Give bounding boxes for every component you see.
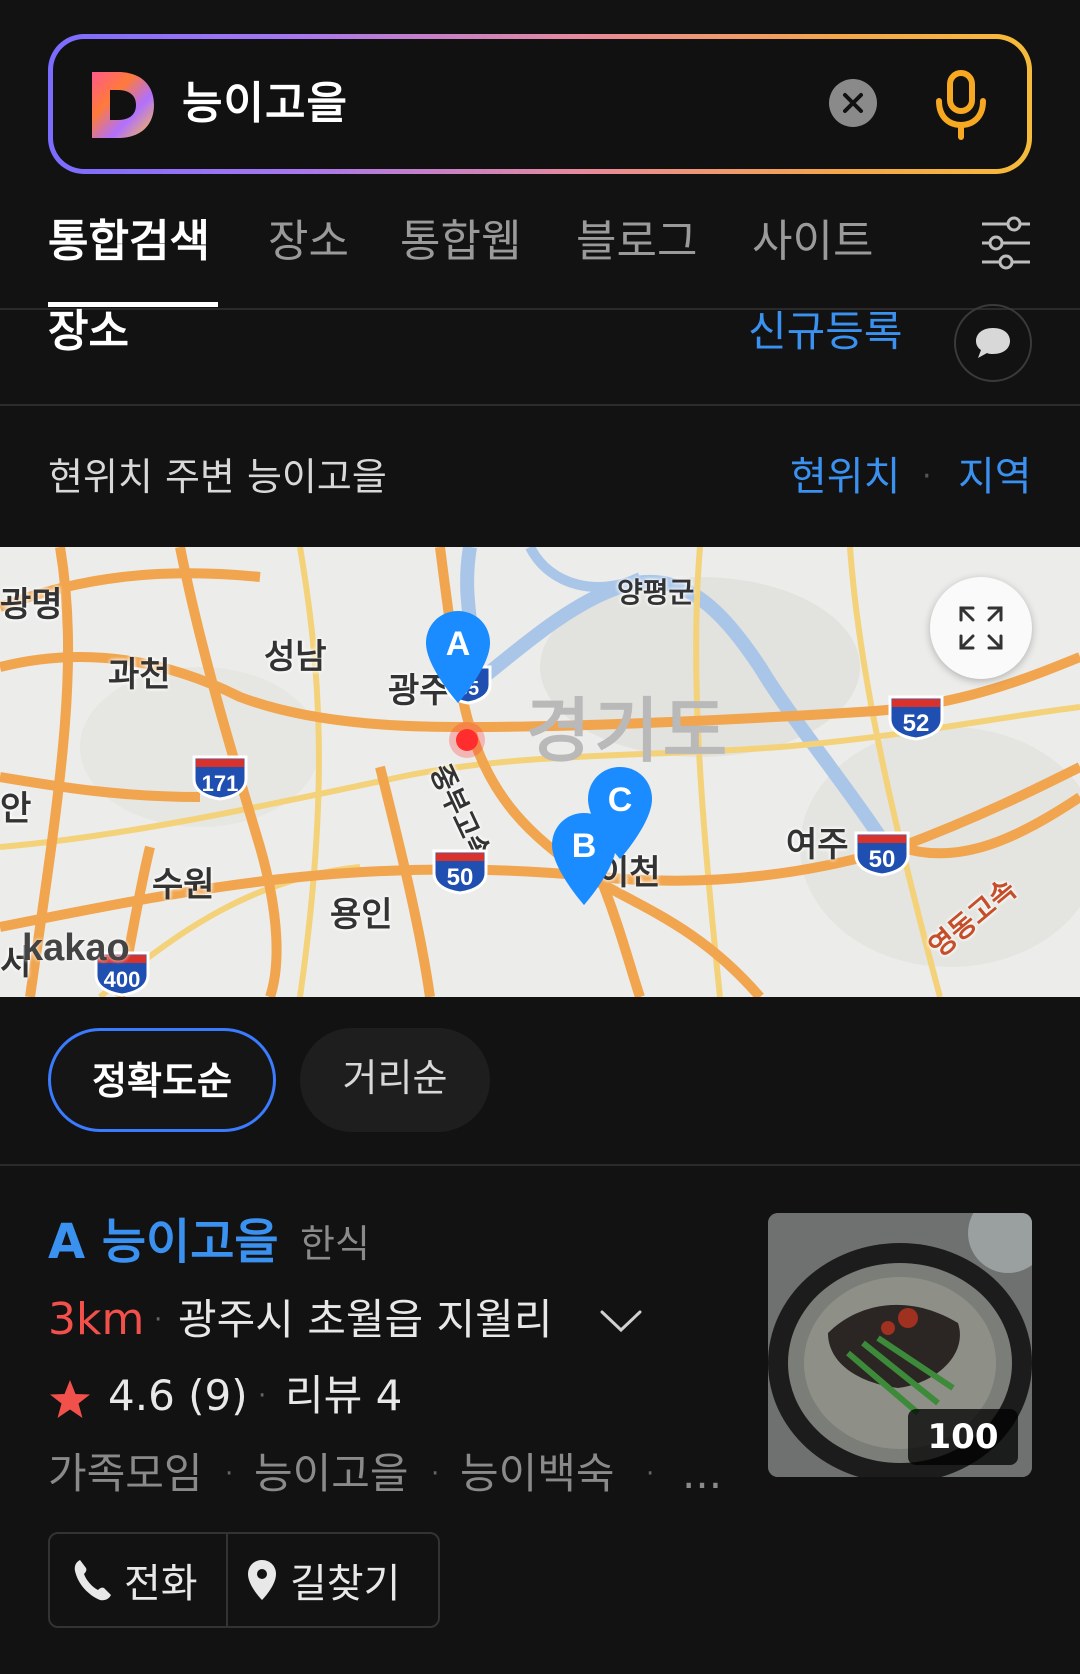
daum-d-logo[interactable] xyxy=(88,70,156,140)
new-register-link[interactable]: 신규등록 xyxy=(748,302,903,362)
result-tag: 능이백숙 xyxy=(460,1449,615,1498)
separator-dot: · xyxy=(154,1305,163,1335)
directions-button[interactable]: 길찾기 xyxy=(246,1534,400,1626)
separator-dot: · xyxy=(225,1459,234,1489)
map-label-suwon: 수원 xyxy=(152,865,215,905)
clear-icon[interactable] xyxy=(829,79,877,127)
route-shield-50-west: 50 xyxy=(432,849,488,895)
route-50-east-text: 50 xyxy=(869,846,896,873)
route-50-west-text: 50 xyxy=(447,864,474,891)
chat-bubble-icon xyxy=(976,328,1010,358)
map-view[interactable]: 양평군 광명 성남 과천 광주 경기도 안 여주 수원 용인 이천 중부고속 영… xyxy=(0,547,1080,997)
search-tabs: 통합검색 장소 통합웹 블로그 사이트 xyxy=(0,190,1080,310)
map-pin-b[interactable]: B xyxy=(548,811,620,907)
location-pin-icon xyxy=(248,1560,276,1600)
result-category: 한식 xyxy=(300,1222,370,1266)
result-photo[interactable]: 100 xyxy=(768,1213,1032,1477)
separator-dot: · xyxy=(922,459,932,494)
search-bar-inner: 능이고을 xyxy=(53,39,1027,169)
pin-b-letter: B xyxy=(572,827,597,865)
sort-accuracy-chip[interactable]: 정확도순 xyxy=(48,1028,276,1132)
search-query[interactable]: 능이고을 xyxy=(182,69,348,139)
map-expand-button[interactable] xyxy=(930,577,1032,679)
separator-dot: · xyxy=(258,1381,267,1411)
place-section-title: 장소 xyxy=(48,306,129,357)
nearby-row: 현위치 주변 능이고을 현위치 · 지역 xyxy=(0,408,1080,548)
tab-web[interactable]: 통합웹 xyxy=(400,214,521,270)
tab-blog[interactable]: 블로그 xyxy=(576,214,697,270)
kakao-watermark: kakao xyxy=(22,927,130,969)
sort-options: 정확도순 거리순 xyxy=(0,998,1080,1166)
map-label-seongnam: 성남 xyxy=(264,637,327,677)
result-tag: 능이고을 xyxy=(254,1449,409,1498)
place-result-card[interactable]: A 능이고을 한식 3km · 광주시 초월읍 지월리 4.6 (9) · 리뷰… xyxy=(0,1168,1080,1674)
result-review-count[interactable]: 리뷰 4 xyxy=(285,1368,402,1424)
region-link[interactable]: 지역 xyxy=(958,452,1032,502)
search-bar[interactable]: 능이고을 xyxy=(48,34,1032,174)
map-pin-a[interactable]: A xyxy=(422,609,494,705)
phone-icon xyxy=(74,1560,111,1601)
route-400-text: 400 xyxy=(104,967,141,992)
map-label-an: 안 xyxy=(0,789,32,829)
result-tag: 가족모임 xyxy=(48,1449,203,1498)
tab-site[interactable]: 사이트 xyxy=(752,214,873,270)
route-171-text: 171 xyxy=(202,771,239,796)
current-location-link[interactable]: 현위치 xyxy=(790,452,900,502)
map-label-gwacheon: 과천 xyxy=(108,655,171,695)
result-rating: 4.6 (9) xyxy=(108,1371,248,1420)
map-label-yeoju: 여주 xyxy=(786,825,849,865)
map-label-gwangmyeong: 광명 xyxy=(0,585,63,625)
tab-place[interactable]: 장소 xyxy=(268,214,349,270)
directions-label: 길찾기 xyxy=(290,1561,401,1607)
result-title[interactable]: A 능이고을 xyxy=(48,1210,279,1274)
action-divider xyxy=(226,1534,228,1626)
map-label-yangpyeong: 양평군 xyxy=(617,576,695,609)
result-actions: 전화 길찾기 xyxy=(48,1532,440,1628)
photo-count-badge: 100 xyxy=(908,1409,1018,1465)
pin-a-letter: A xyxy=(446,625,471,663)
route-shield-52: 52 xyxy=(888,695,944,741)
result-letter: A xyxy=(48,1214,86,1270)
separator-dot: · xyxy=(431,1459,440,1489)
expand-icon xyxy=(959,606,1003,650)
result-distance: 3km xyxy=(48,1294,145,1345)
nearby-description: 현위치 주변 능이고을 xyxy=(48,455,387,499)
close-icon xyxy=(843,93,863,113)
result-more[interactable]: ... xyxy=(682,1446,722,1502)
mic-icon[interactable] xyxy=(933,69,989,141)
map-label-yongin: 용인 xyxy=(330,895,393,935)
call-button[interactable]: 전화 xyxy=(72,1534,198,1626)
route-shield-50-east: 50 xyxy=(854,831,910,877)
result-address[interactable]: 광주시 초월읍 지월리 xyxy=(178,1292,552,1348)
filter-sliders-icon[interactable] xyxy=(980,214,1032,272)
result-name: 능이고을 xyxy=(101,1214,279,1270)
place-section-header: 장소 신규등록 xyxy=(0,304,1080,406)
route-52-text: 52 xyxy=(903,710,930,737)
star-icon xyxy=(50,1380,90,1418)
chat-button[interactable] xyxy=(954,304,1032,382)
separator-dot: · xyxy=(646,1459,655,1489)
call-label: 전화 xyxy=(124,1561,198,1607)
sort-distance-chip[interactable]: 거리순 xyxy=(300,1028,490,1132)
route-shield-171: 171 xyxy=(192,755,248,801)
tab-integrated[interactable]: 통합검색 xyxy=(48,214,210,270)
map-label-gyeonggi: 경기도 xyxy=(526,690,732,772)
chevron-down-icon[interactable] xyxy=(598,1298,644,1342)
